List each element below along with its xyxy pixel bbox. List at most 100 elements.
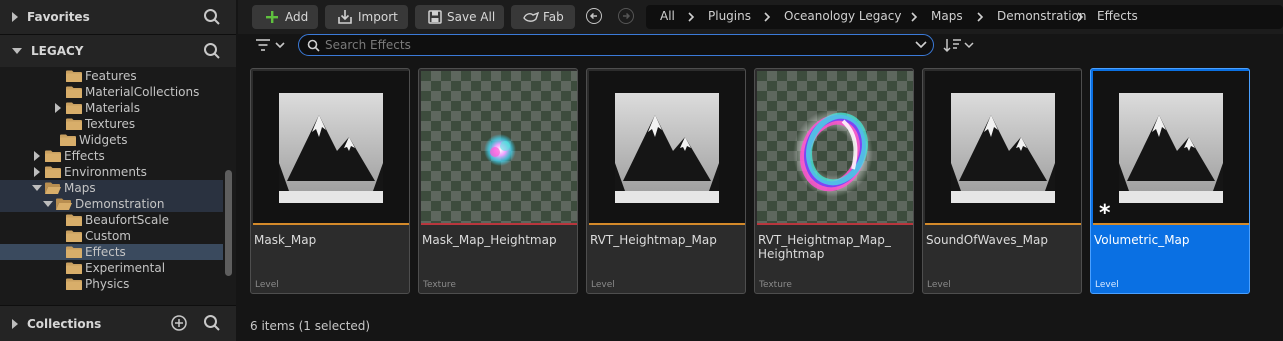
tree-item[interactable]: Effects (0, 148, 223, 164)
expand-arrow-icon[interactable] (34, 151, 40, 161)
expand-arrow-icon[interactable] (12, 318, 18, 329)
chevron-right-icon[interactable] (909, 12, 919, 22)
plus-icon (266, 11, 278, 23)
add-button[interactable]: Add (252, 5, 318, 29)
asset-tile[interactable]: RVT_Heightmap_Map_ Heightmap Texture (754, 68, 914, 294)
search-icon[interactable] (203, 8, 221, 26)
search-input[interactable] (325, 38, 905, 52)
tree-item[interactable]: Maps (0, 180, 223, 196)
folder-icon (66, 214, 82, 226)
asset-name: Mask_Map_Heightmap (422, 233, 557, 247)
breadcrumb-item[interactable]: Demonstration (997, 9, 1087, 23)
expand-arrow-icon[interactable] (55, 103, 61, 113)
tree-item-label: Effects (64, 149, 105, 163)
asset-name: RVT_Heightmap_Map (590, 233, 717, 247)
search-icon[interactable] (203, 314, 221, 332)
expand-arrow-icon[interactable] (12, 12, 18, 22)
expand-arrow-icon[interactable] (34, 167, 40, 177)
tree-item-label: Materials (85, 101, 141, 115)
chevron-right-icon[interactable] (762, 12, 772, 22)
legacy-header[interactable]: LEGACY (0, 35, 236, 67)
search-box[interactable] (298, 34, 934, 56)
asset-type-color-bar (421, 223, 577, 225)
tree-item-label: Demonstration (75, 197, 165, 211)
breadcrumb-item[interactable]: Oceanology Legacy (784, 9, 901, 23)
tree-item[interactable]: Demonstration (0, 196, 223, 212)
import-label: Import (358, 10, 398, 24)
breadcrumb-item[interactable]: Plugins (708, 9, 751, 23)
chevron-right-icon[interactable] (1075, 12, 1085, 22)
asset-type-color-bar (925, 223, 1081, 225)
tree-item[interactable]: Experimental (0, 260, 223, 276)
asset-type: Level (927, 280, 951, 290)
favorites-label: Favorites (27, 10, 90, 24)
asset-tile[interactable]: SoundOfWaves_Map Level (922, 68, 1082, 294)
tree-item-label: Physics (85, 277, 130, 291)
tree-item[interactable]: MaterialCollections (0, 84, 223, 100)
chevron-down-icon[interactable] (915, 40, 927, 50)
fab-icon (523, 11, 539, 22)
folder-icon (66, 86, 82, 98)
collapse-arrow-icon[interactable] (43, 201, 53, 207)
folder-icon (45, 182, 61, 194)
add-collection-icon[interactable] (170, 314, 188, 332)
chevron-right-icon[interactable] (686, 12, 696, 22)
tree-item-label: Custom (85, 229, 131, 243)
search-icon (307, 39, 320, 52)
fab-label: Fab (543, 10, 564, 24)
folder-icon (66, 230, 82, 242)
collapse-arrow-icon[interactable] (12, 48, 22, 54)
collapse-arrow-icon[interactable] (32, 185, 42, 191)
level-thumbnail (1093, 71, 1249, 223)
save-all-label: Save All (447, 10, 496, 24)
tree-item[interactable]: Effects (0, 244, 223, 260)
tree-scrollbar[interactable] (225, 170, 232, 276)
folder-icon (60, 134, 76, 146)
chevron-right-icon[interactable] (975, 12, 985, 22)
tree-item[interactable]: Features (0, 68, 223, 84)
sort-icon[interactable] (943, 37, 975, 53)
asset-name: RVT_Heightmap_Map_ Heightmap (758, 233, 891, 261)
tree-item[interactable]: Environments (0, 164, 223, 180)
breadcrumb-item[interactable]: Maps (931, 9, 963, 23)
forward-button[interactable] (618, 8, 634, 24)
tree-item[interactable]: Textures (0, 116, 223, 132)
tree-item[interactable]: Widgets (0, 132, 223, 148)
fab-button[interactable]: Fab (511, 5, 575, 29)
folder-icon (66, 278, 82, 290)
search-icon[interactable] (203, 42, 221, 60)
tree-item[interactable]: BeaufortScale (0, 212, 223, 228)
tree-item-label: Features (85, 69, 137, 83)
toolbar: Add Import Save All Fab All Plugins Oceano… (238, 0, 1283, 34)
asset-type: Level (1095, 280, 1119, 290)
favorites-header[interactable]: Favorites (0, 0, 236, 34)
asset-tile[interactable]: RVT_Heightmap_Map Level (586, 68, 746, 294)
folder-icon (45, 150, 61, 162)
texture-thumbnail (757, 71, 913, 223)
filter-icon[interactable] (255, 38, 285, 52)
asset-tile[interactable]: * Volumetric_Map Level (1090, 68, 1250, 294)
tree-item[interactable]: Physics (0, 276, 223, 292)
texture-thumbnail (421, 71, 577, 223)
import-icon (338, 10, 352, 24)
folder-icon (66, 118, 82, 130)
back-button[interactable] (586, 8, 602, 24)
asset-type-color-bar (1093, 223, 1249, 225)
breadcrumb: All Plugins Oceanology Legacy Maps Demonstra… (646, 5, 1283, 29)
level-thumbnail (589, 71, 745, 223)
asset-type: Level (255, 280, 279, 290)
tree-item[interactable]: Materials (0, 100, 223, 116)
asset-name: Mask_Map (254, 233, 317, 247)
breadcrumb-item[interactable]: Effects (1097, 9, 1138, 23)
collections-header[interactable]: Collections (0, 306, 236, 341)
tree-item-label: Maps (64, 181, 96, 195)
import-button[interactable]: Import (325, 5, 408, 29)
asset-tile[interactable]: Mask_Map_Heightmap Texture (418, 68, 578, 294)
asset-tile[interactable]: Mask_Map Level (250, 68, 410, 294)
folder-icon (56, 198, 72, 210)
tree-item-label: MaterialCollections (85, 85, 200, 99)
breadcrumb-item[interactable]: All (660, 9, 675, 23)
tree-item[interactable]: Custom (0, 228, 223, 244)
forward-arrow-icon (622, 12, 630, 19)
save-all-button[interactable]: Save All (415, 5, 504, 29)
